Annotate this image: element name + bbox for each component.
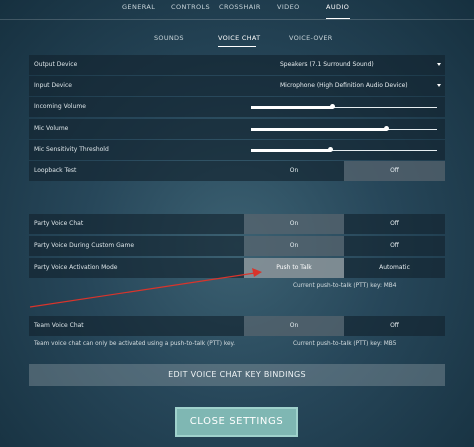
mic-volume-row: Mic Volume: [29, 119, 445, 139]
party-voice-custom-row: Party Voice During Custom Game On Off: [29, 236, 445, 256]
party-voice-chat-label: Party Voice Chat: [34, 220, 84, 227]
output-device-dropdown[interactable]: Speakers (7.1 Surround Sound): [275, 55, 445, 75]
settings-tabs: GENERAL CONTROLS CROSSHAIR VIDEO AUDIO: [0, 3, 474, 19]
team-voice-chat-on-option[interactable]: On: [244, 316, 344, 336]
loopback-test-row: Loopback Test On Off: [29, 161, 445, 181]
output-device-value: Speakers (7.1 Surround Sound): [280, 61, 374, 68]
close-settings-button[interactable]: CLOSE SETTINGS: [175, 407, 298, 437]
input-device-value: Microphone (High Definition Audio Device…: [280, 82, 408, 89]
output-device-label: Output Device: [34, 61, 78, 68]
incoming-volume-slider[interactable]: [251, 97, 437, 117]
team-voice-chat-off-option[interactable]: Off: [344, 316, 445, 336]
party-voice-custom-label: Party Voice During Custom Game: [34, 242, 135, 249]
loopback-test-label: Loopback Test: [34, 167, 77, 174]
input-device-label: Input Device: [34, 82, 72, 89]
party-activation-mode-row: Party Voice Activation Mode Push to Talk…: [29, 258, 445, 278]
mic-volume-label: Mic Volume: [34, 125, 69, 132]
push-to-talk-option[interactable]: Push to Talk: [244, 258, 344, 278]
slider-fill: [251, 128, 387, 131]
party-voice-custom-on-option[interactable]: On: [244, 236, 344, 256]
output-device-row: Output Device Speakers (7.1 Surround Sou…: [29, 55, 445, 75]
mic-sensitivity-label: Mic Sensitivity Threshold: [34, 146, 109, 153]
tab-controls[interactable]: CONTROLS: [171, 3, 210, 11]
edit-voice-chat-key-bindings-button[interactable]: EDIT VOICE CHAT KEY BINDINGS: [29, 364, 445, 386]
active-subtab-indicator: [218, 46, 256, 47]
incoming-volume-row: Incoming Volume: [29, 97, 445, 117]
dropdown-caret-icon: [437, 63, 441, 66]
tab-crosshair[interactable]: CROSSHAIR: [219, 3, 261, 11]
automatic-option[interactable]: Automatic: [344, 258, 445, 278]
tab-general[interactable]: GENERAL: [122, 3, 155, 11]
team-ptt-key-note: Current push-to-talk (PTT) key: MB5: [293, 341, 397, 347]
loopback-off-option[interactable]: Off: [344, 161, 445, 181]
slider-fill: [251, 106, 333, 109]
mic-sensitivity-row: Mic Sensitivity Threshold: [29, 140, 445, 160]
party-ptt-key-note: Current push-to-talk (PTT) key: MB4: [293, 283, 397, 289]
input-device-row: Input Device Microphone (High Definition…: [29, 76, 445, 96]
subtab-voice-chat[interactable]: VOICE CHAT: [218, 34, 260, 42]
party-voice-chat-off-option[interactable]: Off: [344, 214, 445, 234]
incoming-volume-label: Incoming Volume: [34, 103, 86, 110]
tabs-divider: [0, 19, 474, 20]
slider-knob[interactable]: [384, 126, 390, 131]
party-activation-mode-label: Party Voice Activation Mode: [34, 264, 118, 271]
team-voice-chat-row: Team Voice Chat On Off: [29, 316, 445, 336]
slider-knob[interactable]: [330, 104, 336, 109]
subtab-sounds[interactable]: SOUNDS: [154, 34, 184, 42]
team-voice-chat-label: Team Voice Chat: [34, 322, 84, 329]
mic-volume-slider[interactable]: [251, 119, 437, 139]
slider-knob[interactable]: [328, 147, 334, 152]
party-voice-custom-off-option[interactable]: Off: [344, 236, 445, 256]
party-voice-chat-on-option[interactable]: On: [244, 214, 344, 234]
party-voice-chat-row: Party Voice Chat On Off: [29, 214, 445, 234]
team-voice-chat-note: Team voice chat can only be activated us…: [34, 341, 235, 347]
tab-audio[interactable]: AUDIO: [326, 3, 349, 11]
mic-sensitivity-slider[interactable]: [251, 140, 437, 160]
loopback-on-option[interactable]: On: [244, 161, 344, 181]
subtab-voice-over[interactable]: VOICE-OVER: [289, 34, 333, 42]
dropdown-caret-icon: [437, 84, 441, 87]
slider-fill: [251, 149, 331, 152]
tab-video[interactable]: VIDEO: [277, 3, 300, 11]
input-device-dropdown[interactable]: Microphone (High Definition Audio Device…: [275, 76, 445, 96]
